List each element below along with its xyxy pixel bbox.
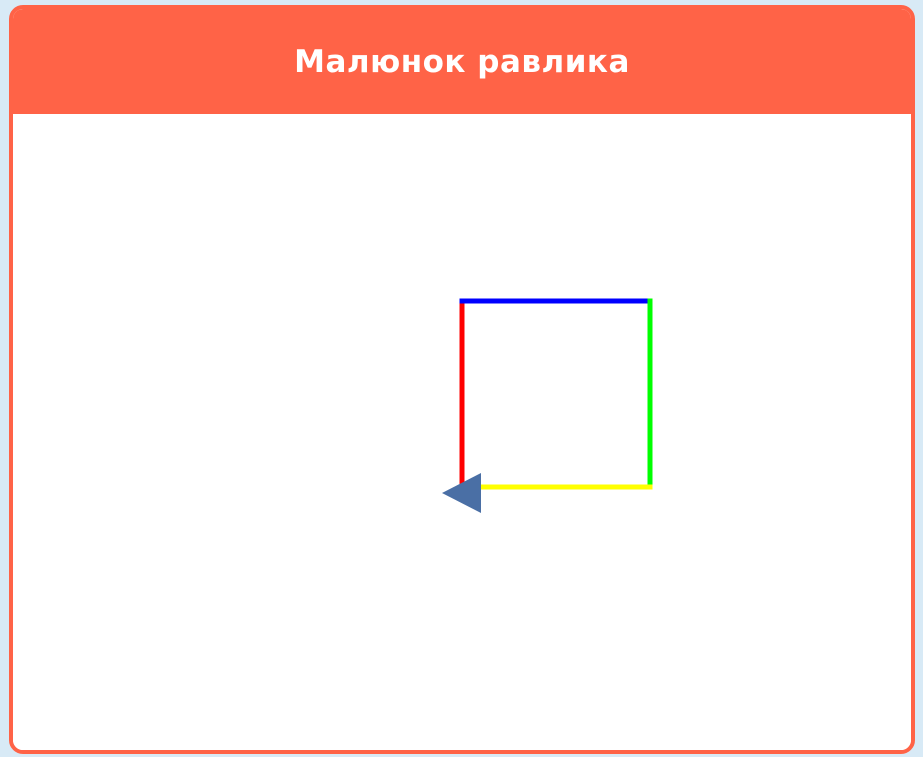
snail-drawing-panel: Малюнок равлика xyxy=(9,5,915,754)
drawing-svg xyxy=(442,298,653,513)
panel-header: Малюнок равлика xyxy=(13,9,911,114)
panel-title: Малюнок равлика xyxy=(294,43,630,80)
drawing-canvas xyxy=(13,114,911,750)
